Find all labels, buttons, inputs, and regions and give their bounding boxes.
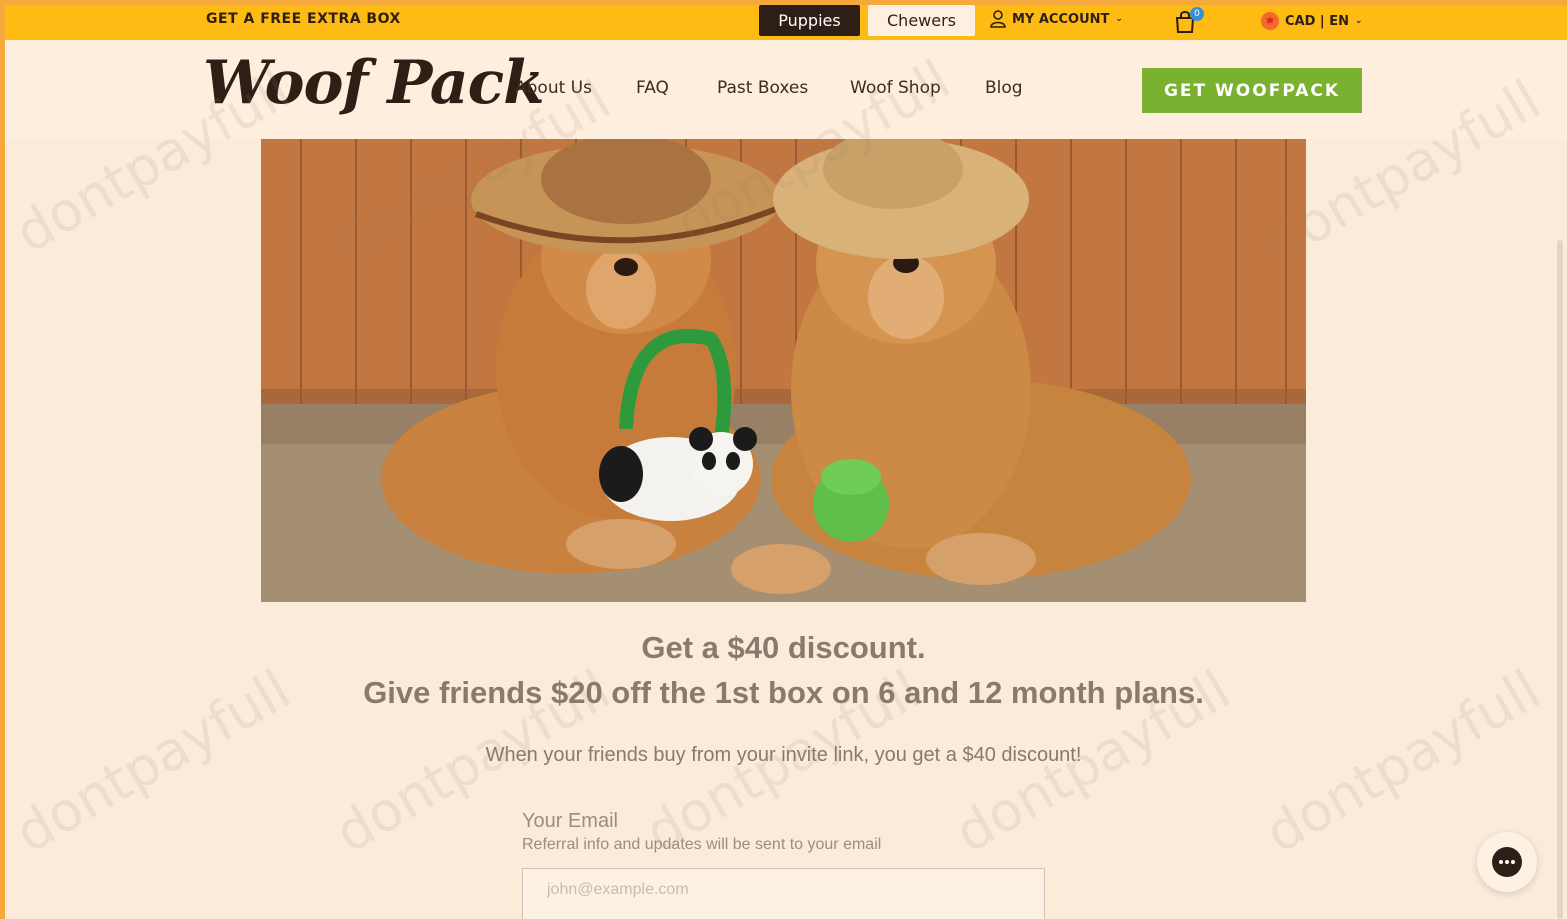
- announcement-bar: GET A FREE EXTRA BOX Puppies Chewers MY …: [5, 5, 1567, 40]
- nav-blog[interactable]: Blog: [985, 78, 1023, 98]
- referral-subtext: When your friends buy from your invite l…: [485, 744, 1082, 766]
- woof-pack-logo[interactable]: Woof Pack: [203, 48, 545, 118]
- chevron-down-icon: ⌄: [1115, 14, 1123, 24]
- currency-language-selector[interactable]: CAD | EN ⌄: [1261, 12, 1363, 30]
- discount-headline: Get a $40 discount.: [641, 630, 926, 665]
- nav-about-us[interactable]: About Us: [515, 78, 592, 98]
- cart-count-badge: 0: [1190, 7, 1204, 21]
- scrollbar-thumb[interactable]: [1557, 240, 1563, 919]
- nav-past-boxes[interactable]: Past Boxes: [717, 78, 808, 98]
- promo-link[interactable]: GET A FREE EXTRA BOX: [206, 11, 401, 27]
- my-account-menu[interactable]: MY ACCOUNT ⌄: [990, 10, 1123, 28]
- cart-button[interactable]: 0: [1174, 7, 1204, 36]
- site-header: Woof Pack About Us FAQ Past Boxes Woof S…: [5, 40, 1567, 139]
- email-input[interactable]: [522, 868, 1045, 919]
- segment-chewers-button[interactable]: Chewers: [868, 5, 975, 36]
- chevron-down-icon: ⌄: [1354, 16, 1363, 26]
- nav-woof-shop[interactable]: Woof Shop: [850, 78, 941, 98]
- hero-image: [261, 139, 1306, 602]
- get-woofpack-button[interactable]: GET WOOFPACK: [1142, 68, 1362, 113]
- chat-icon: [1492, 847, 1522, 877]
- my-account-label: MY ACCOUNT: [1012, 11, 1110, 27]
- segment-puppies-button[interactable]: Puppies: [759, 5, 860, 36]
- user-icon: [990, 10, 1006, 28]
- friends-offer-headline: Give friends $20 off the 1st box on 6 an…: [363, 675, 1204, 710]
- currency-label: CAD | EN: [1285, 13, 1349, 29]
- email-label: Your Email: [522, 810, 618, 832]
- canada-flag-icon: [1261, 12, 1279, 30]
- chat-button[interactable]: [1477, 832, 1537, 892]
- nav-faq[interactable]: FAQ: [636, 78, 669, 98]
- email-help-text: Referral info and updates will be sent t…: [522, 836, 882, 853]
